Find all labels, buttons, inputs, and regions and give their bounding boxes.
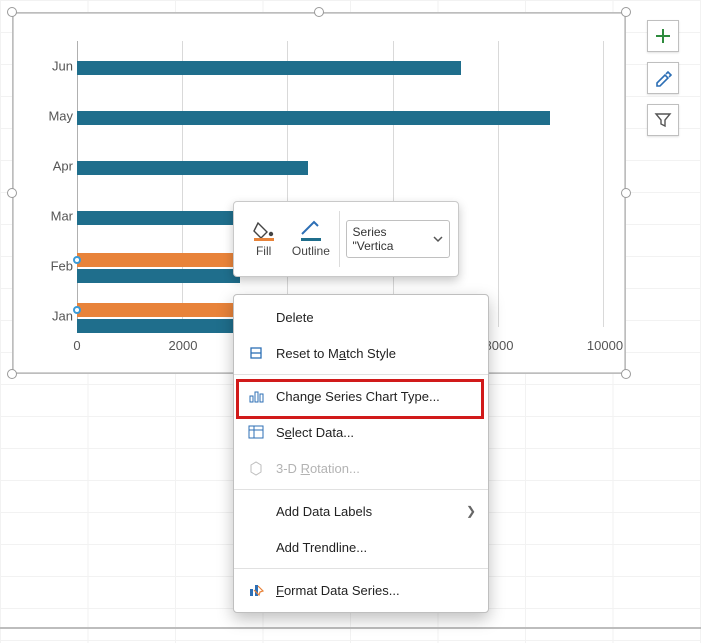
menu-add-data-labels[interactable]: Add Data Labels ❯ bbox=[234, 493, 488, 529]
plot-area[interactable] bbox=[77, 41, 603, 327]
toolbar-divider bbox=[339, 211, 340, 267]
outline-label: Outline bbox=[292, 244, 330, 258]
resize-handle[interactable] bbox=[7, 7, 17, 17]
outline-button[interactable]: Outline bbox=[289, 220, 332, 258]
bar-series1-feb[interactable] bbox=[77, 269, 240, 283]
menu-add-trendline[interactable]: Add Trendline... bbox=[234, 529, 488, 565]
plus-icon bbox=[654, 27, 672, 45]
menu-3d-rotation: 3-D Rotation... bbox=[234, 450, 488, 486]
chart-elements-button[interactable] bbox=[647, 20, 679, 52]
menu-select-data[interactable]: Select Data... bbox=[234, 414, 488, 450]
chevron-down-icon bbox=[433, 234, 443, 244]
y-tick-label: Jan bbox=[33, 309, 73, 324]
mini-toolbar: Fill Outline Series "Vertica bbox=[233, 201, 459, 277]
outline-icon bbox=[298, 220, 324, 242]
gridline bbox=[182, 41, 183, 327]
funnel-icon bbox=[654, 111, 672, 129]
menu-label: Format Data Series... bbox=[276, 583, 476, 598]
resize-handle[interactable] bbox=[621, 369, 631, 379]
y-tick-label: Jun bbox=[33, 59, 73, 74]
fill-button[interactable]: Fill bbox=[242, 220, 285, 258]
resize-handle[interactable] bbox=[7, 188, 17, 198]
select-data-icon bbox=[246, 424, 266, 440]
bar-series1-apr[interactable] bbox=[77, 161, 308, 175]
gridline bbox=[603, 41, 604, 327]
y-tick-label: Apr bbox=[33, 159, 73, 174]
menu-reset-match-style[interactable]: Reset to Match Style bbox=[234, 335, 488, 371]
series-selector-text: Series "Vertica bbox=[353, 225, 428, 253]
cube-icon bbox=[246, 460, 266, 476]
submenu-arrow-icon: ❯ bbox=[466, 504, 476, 518]
gridline bbox=[393, 41, 394, 327]
bar-series1-jan[interactable] bbox=[77, 319, 251, 333]
menu-separator bbox=[234, 489, 488, 490]
menu-label: Select Data... bbox=[276, 425, 476, 440]
selection-dot bbox=[73, 256, 81, 264]
resize-handle[interactable] bbox=[621, 188, 631, 198]
bar-series1-jun[interactable] bbox=[77, 61, 461, 75]
chart-filter-button[interactable] bbox=[647, 104, 679, 136]
fill-label: Fill bbox=[256, 244, 271, 258]
y-tick-label: Feb bbox=[33, 259, 73, 274]
resize-handle[interactable] bbox=[7, 369, 17, 379]
menu-separator bbox=[234, 374, 488, 375]
menu-label: Add Data Labels bbox=[276, 504, 456, 519]
x-tick-label: 2000 bbox=[169, 338, 198, 353]
x-tick-label: 10000 bbox=[587, 338, 623, 353]
y-tick-label: May bbox=[33, 109, 73, 124]
format-series-icon bbox=[246, 582, 266, 598]
chart-styles-button[interactable] bbox=[647, 62, 679, 94]
menu-format-data-series[interactable]: Format Data Series... bbox=[234, 572, 488, 608]
menu-separator bbox=[234, 568, 488, 569]
menu-label: 3-D Rotation... bbox=[276, 461, 476, 476]
y-tick-label: Mar bbox=[33, 209, 73, 224]
gridline bbox=[498, 41, 499, 327]
series-selector[interactable]: Series "Vertica bbox=[346, 220, 450, 258]
menu-delete[interactable]: Delete bbox=[234, 299, 488, 335]
bar-series1-may[interactable] bbox=[77, 111, 550, 125]
menu-label: Change Series Chart Type... bbox=[276, 389, 476, 404]
context-menu: Delete Reset to Match Style Change Serie… bbox=[233, 294, 489, 613]
resize-handle[interactable] bbox=[621, 7, 631, 17]
menu-label: Add Trendline... bbox=[276, 540, 476, 555]
fill-icon bbox=[251, 220, 277, 242]
x-tick-label: 0 bbox=[73, 338, 80, 353]
selection-dot bbox=[73, 306, 81, 314]
brush-icon bbox=[654, 69, 672, 87]
gridline bbox=[287, 41, 288, 327]
reset-icon bbox=[246, 345, 266, 361]
chart-type-icon bbox=[246, 388, 266, 404]
menu-change-series-chart-type[interactable]: Change Series Chart Type... bbox=[234, 378, 488, 414]
resize-handle[interactable] bbox=[314, 7, 324, 17]
menu-label: Reset to Match Style bbox=[276, 346, 476, 361]
menu-label: Delete bbox=[276, 310, 476, 325]
sheet-bottom-edge bbox=[0, 627, 701, 629]
